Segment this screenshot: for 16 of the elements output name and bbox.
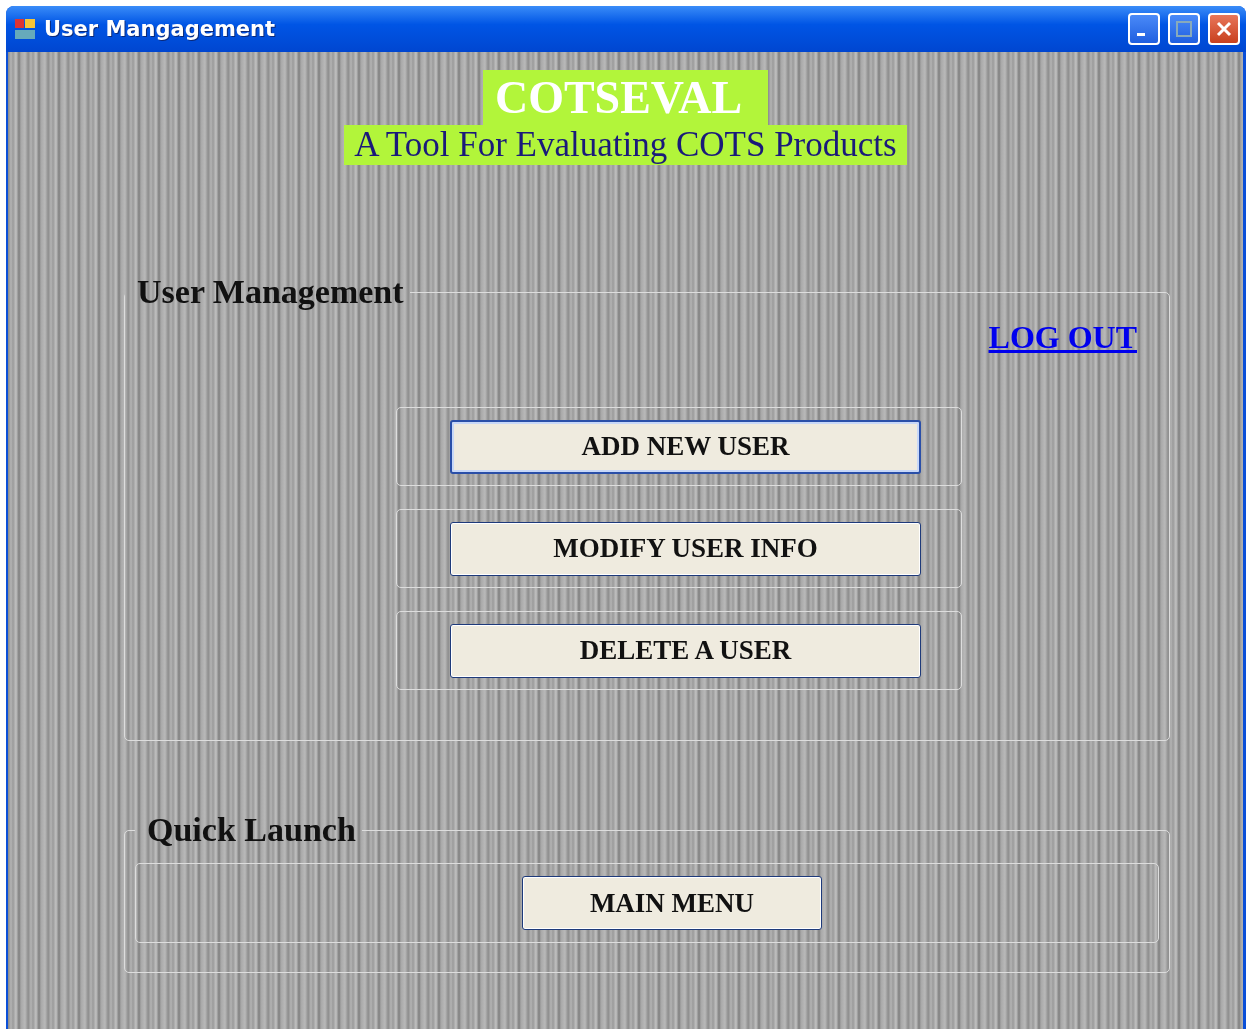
app-subtitle: A Tool For Evaluating COTS Products: [344, 125, 907, 165]
group-title: User Management: [136, 273, 405, 311]
action-button[interactable]: DELETE A USER: [450, 623, 921, 678]
maximize-icon: [1173, 18, 1195, 40]
window-title: User Mangagement: [44, 17, 277, 41]
action-button[interactable]: MAIN MENU: [522, 876, 822, 930]
close-button[interactable]: [1208, 13, 1240, 45]
action-button[interactable]: MODIFY USER INFO: [450, 521, 921, 576]
maximize-button[interactable]: [1168, 13, 1200, 45]
app-title: COTSEVAL: [482, 70, 769, 125]
logout-link[interactable]: LOG OUT: [988, 319, 1137, 356]
action-button[interactable]: ADD NEW USER: [450, 419, 921, 474]
minimize-button[interactable]: [1128, 13, 1160, 45]
group-title: Quick Launch: [146, 811, 357, 849]
minimize-icon: [1137, 32, 1145, 36]
app-icon: [14, 18, 36, 40]
